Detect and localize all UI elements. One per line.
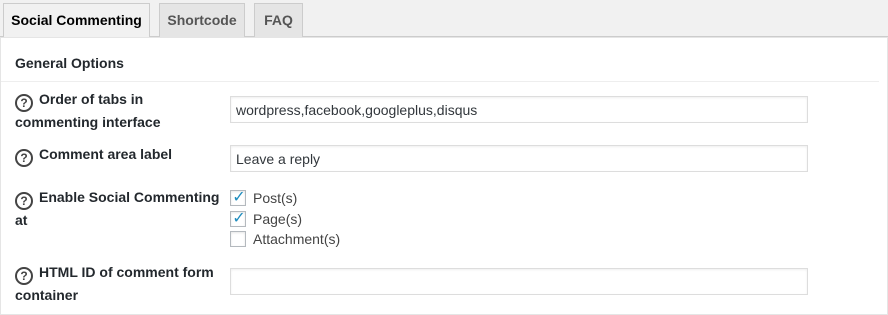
posts-checkbox[interactable]: ✓: [230, 189, 246, 206]
tab-shortcode[interactable]: Shortcode: [159, 3, 245, 38]
question-circle-icon[interactable]: ?: [15, 94, 33, 112]
form-container-id-label-line1: HTML ID of comment form: [39, 264, 214, 280]
comment-area-label-text: Comment area label: [39, 146, 173, 162]
form-container-id-label: ? HTML ID of comment form container: [15, 262, 220, 306]
enable-at-label-line2: at: [15, 212, 28, 228]
order-tabs-label-line1: Order of tabs in: [39, 91, 144, 107]
checkmark-icon: ✓: [232, 189, 246, 206]
tab-social-commenting[interactable]: Social Commenting: [3, 3, 150, 38]
enable-at-label-line1: Enable Social Commenting: [39, 189, 220, 205]
question-circle-icon[interactable]: ?: [15, 267, 33, 285]
question-circle-icon[interactable]: ?: [15, 192, 33, 210]
posts-label[interactable]: Post(s): [253, 189, 297, 207]
checkmark-icon: ✓: [232, 209, 246, 227]
attachments-checkbox[interactable]: [230, 231, 246, 247]
attachments-label[interactable]: Attachment(s): [253, 230, 340, 248]
form-container-id-label-line2: container: [15, 287, 79, 303]
general-options-panel: General Options ? Order of tabs in commen…: [0, 37, 888, 315]
settings-tabs: Social Commenting Shortcode FAQ: [0, 0, 888, 38]
enable-at-label: ? Enable Social Commenting at: [15, 187, 220, 231]
question-circle-icon[interactable]: ?: [15, 149, 33, 167]
section-divider: [1, 81, 879, 82]
tab-faq[interactable]: FAQ: [254, 3, 303, 38]
order-tabs-label-line2: commenting interface: [15, 114, 161, 130]
comment-area-label-input[interactable]: [230, 145, 808, 172]
form-container-id-input[interactable]: [230, 268, 808, 295]
pages-label[interactable]: Page(s): [253, 210, 302, 228]
pages-checkbox[interactable]: ✓: [230, 209, 246, 227]
section-title: General Options: [15, 55, 124, 71]
order-tabs-label: ? Order of tabs in commenting interface: [15, 89, 220, 133]
comment-area-label: ? Comment area label: [15, 144, 220, 167]
order-tabs-input[interactable]: [230, 96, 808, 123]
